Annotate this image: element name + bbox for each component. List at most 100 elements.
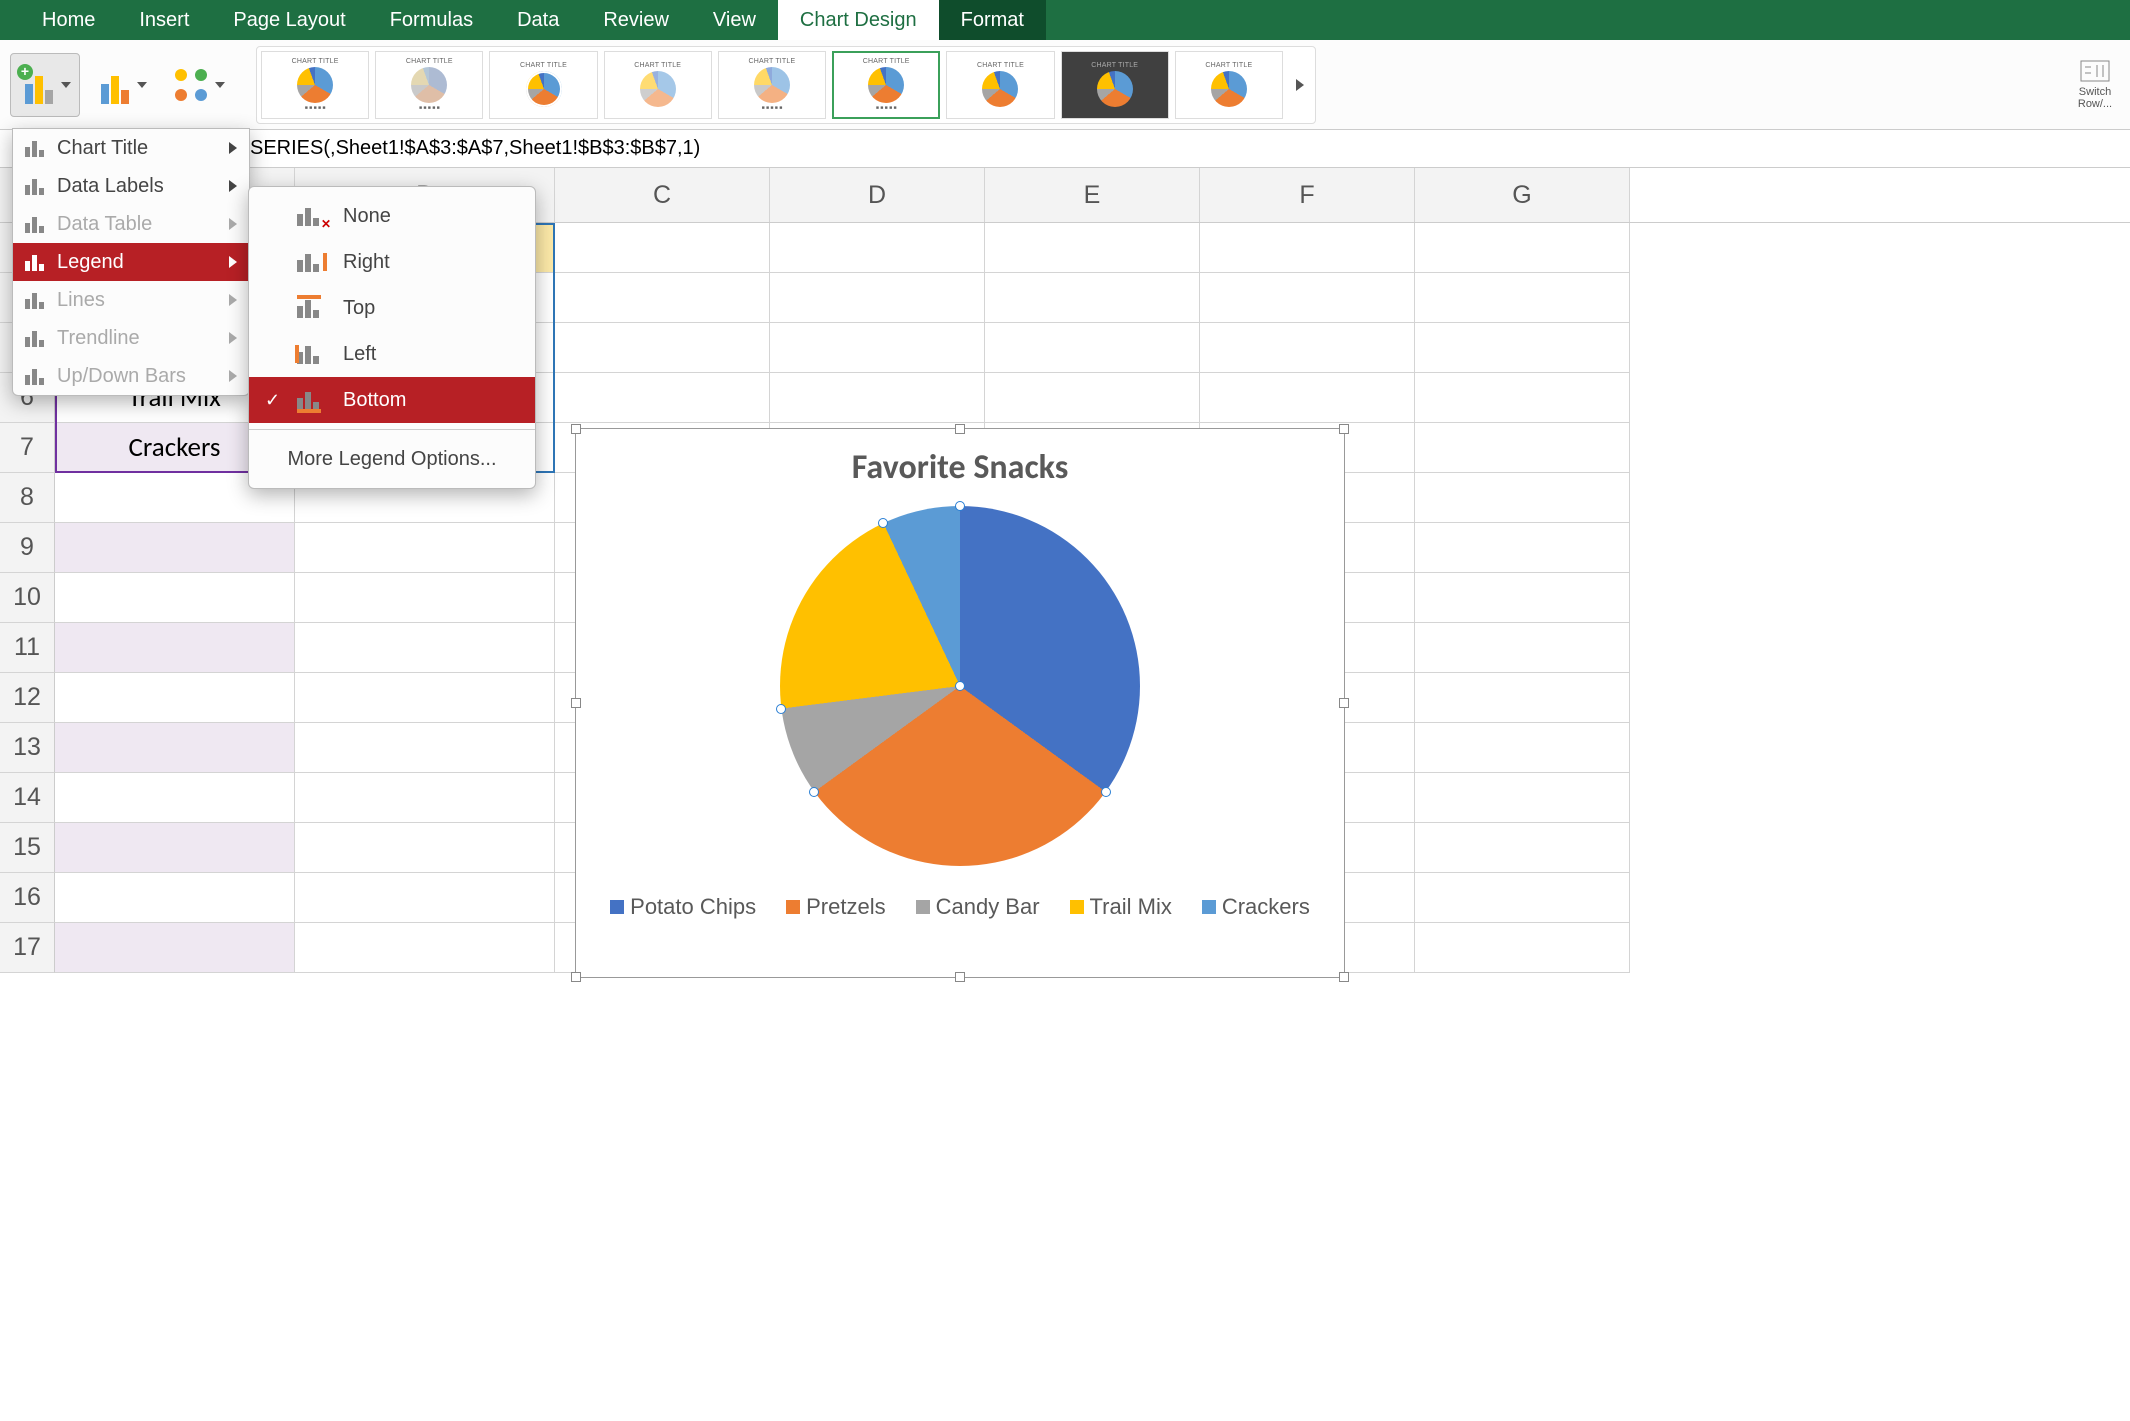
cell-g15[interactable] — [1415, 823, 1630, 873]
cell-c5[interactable] — [555, 323, 770, 373]
cell-b13[interactable] — [295, 723, 555, 773]
cell-g9[interactable] — [1415, 523, 1630, 573]
cell-g6[interactable] — [1415, 373, 1630, 423]
cell-a16[interactable] — [55, 873, 295, 923]
cell-b12[interactable] — [295, 673, 555, 723]
legend-option-bottom[interactable]: ✓Bottom — [249, 377, 535, 423]
row-header-7[interactable]: 7 — [0, 423, 55, 473]
cell-f6[interactable] — [1200, 373, 1415, 423]
more-chart-styles-button[interactable] — [1289, 51, 1311, 119]
chart-style-7[interactable]: Chart Title — [946, 51, 1054, 119]
menu-item-legend[interactable]: Legend — [13, 243, 249, 281]
cell-a15[interactable] — [55, 823, 295, 873]
chart-style-3[interactable]: Chart Title — [489, 51, 597, 119]
cell-b16[interactable] — [295, 873, 555, 923]
cell-g10[interactable] — [1415, 573, 1630, 623]
chart-style-1[interactable]: Chart Title■ ■ ■ ■ ■ — [261, 51, 369, 119]
cell-a17[interactable] — [55, 923, 295, 973]
change-colors-button[interactable] — [162, 53, 234, 117]
tab-format[interactable]: Format — [939, 0, 1046, 40]
chart-style-9[interactable]: CHART TITLE — [1175, 51, 1283, 119]
formula-bar[interactable]: SERIES(,Sheet1!$A$3:$A$7,Sheet1!$B$3:$B$… — [0, 130, 2130, 168]
row-header-13[interactable]: 13 — [0, 723, 55, 773]
cell-g4[interactable] — [1415, 273, 1630, 323]
chart-title[interactable]: Favorite Snacks — [576, 447, 1344, 488]
cell-b10[interactable] — [295, 573, 555, 623]
pie-chart[interactable] — [780, 506, 1140, 866]
tab-review[interactable]: Review — [581, 0, 691, 40]
legend-option-top[interactable]: Top — [249, 285, 535, 331]
legend-option-none[interactable]: ✕None — [249, 193, 535, 239]
cell-e5[interactable] — [985, 323, 1200, 373]
legend-option-right[interactable]: Right — [249, 239, 535, 285]
legend-item[interactable]: Candy Bar — [916, 894, 1040, 920]
chart-object[interactable]: Favorite Snacks Potato Chips Pretzels Cand… — [575, 428, 1345, 978]
cell-g16[interactable] — [1415, 873, 1630, 923]
more-legend-options[interactable]: More Legend Options... — [249, 436, 535, 482]
cell-a14[interactable] — [55, 773, 295, 823]
cell-e6[interactable] — [985, 373, 1200, 423]
cell-f5[interactable] — [1200, 323, 1415, 373]
cell-g14[interactable] — [1415, 773, 1630, 823]
cell-a13[interactable] — [55, 723, 295, 773]
legend-item[interactable]: Potato Chips — [610, 894, 756, 920]
cell-g5[interactable] — [1415, 323, 1630, 373]
menu-item-data-labels[interactable]: Data Labels — [13, 167, 249, 205]
cell-d6[interactable] — [770, 373, 985, 423]
cell-b14[interactable] — [295, 773, 555, 823]
col-header-g[interactable]: G — [1415, 168, 1630, 222]
row-header-15[interactable]: 15 — [0, 823, 55, 873]
legend-item[interactable]: Trail Mix — [1070, 894, 1172, 920]
cell-b17[interactable] — [295, 923, 555, 973]
col-header-e[interactable]: E — [985, 168, 1200, 222]
cell-e3[interactable] — [985, 223, 1200, 273]
cell-f4[interactable] — [1200, 273, 1415, 323]
legend-item[interactable]: Crackers — [1202, 894, 1310, 920]
tab-insert[interactable]: Insert — [117, 0, 211, 40]
cell-a11[interactable] — [55, 623, 295, 673]
tab-home[interactable]: Home — [20, 0, 117, 40]
cell-a12[interactable] — [55, 673, 295, 723]
cell-b9[interactable] — [295, 523, 555, 573]
menu-item-chart-title[interactable]: Chart Title — [13, 129, 249, 167]
cell-g3[interactable] — [1415, 223, 1630, 273]
cell-c3[interactable] — [555, 223, 770, 273]
row-header-10[interactable]: 10 — [0, 573, 55, 623]
cell-b11[interactable] — [295, 623, 555, 673]
tab-chart-design[interactable]: Chart Design — [778, 0, 939, 40]
row-header-12[interactable]: 12 — [0, 673, 55, 723]
cell-f3[interactable] — [1200, 223, 1415, 273]
cell-c4[interactable] — [555, 273, 770, 323]
cell-g11[interactable] — [1415, 623, 1630, 673]
cell-a9[interactable] — [55, 523, 295, 573]
row-header-17[interactable]: 17 — [0, 923, 55, 973]
cell-b15[interactable] — [295, 823, 555, 873]
cell-g8[interactable] — [1415, 473, 1630, 523]
add-chart-element-button[interactable]: + — [10, 53, 80, 117]
row-header-11[interactable]: 11 — [0, 623, 55, 673]
row-header-8[interactable]: 8 — [0, 473, 55, 523]
chart-style-5[interactable]: CHART TITLE■ ■ ■ ■ ■ — [718, 51, 826, 119]
legend-option-left[interactable]: Left — [249, 331, 535, 377]
tab-data[interactable]: Data — [495, 0, 581, 40]
chart-style-2[interactable]: CHART TITLE■ ■ ■ ■ ■ — [375, 51, 483, 119]
cell-d5[interactable] — [770, 323, 985, 373]
cell-d3[interactable] — [770, 223, 985, 273]
cell-g7[interactable] — [1415, 423, 1630, 473]
cell-g13[interactable] — [1415, 723, 1630, 773]
row-header-16[interactable]: 16 — [0, 873, 55, 923]
cell-g17[interactable] — [1415, 923, 1630, 973]
col-header-c[interactable]: C — [555, 168, 770, 222]
cell-e4[interactable] — [985, 273, 1200, 323]
row-header-14[interactable]: 14 — [0, 773, 55, 823]
tab-page-layout[interactable]: Page Layout — [211, 0, 367, 40]
cell-g12[interactable] — [1415, 673, 1630, 723]
chart-style-8[interactable]: CHART TITLE — [1061, 51, 1169, 119]
col-header-f[interactable]: F — [1200, 168, 1415, 222]
quick-layout-button[interactable] — [86, 53, 156, 117]
switch-row-column-button[interactable]: Switch Row/... — [2070, 59, 2120, 110]
cell-c6[interactable] — [555, 373, 770, 423]
tab-view[interactable]: View — [691, 0, 778, 40]
chart-style-6[interactable]: Chart Title■ ■ ■ ■ ■ — [832, 51, 940, 119]
legend-item[interactable]: Pretzels — [786, 894, 885, 920]
